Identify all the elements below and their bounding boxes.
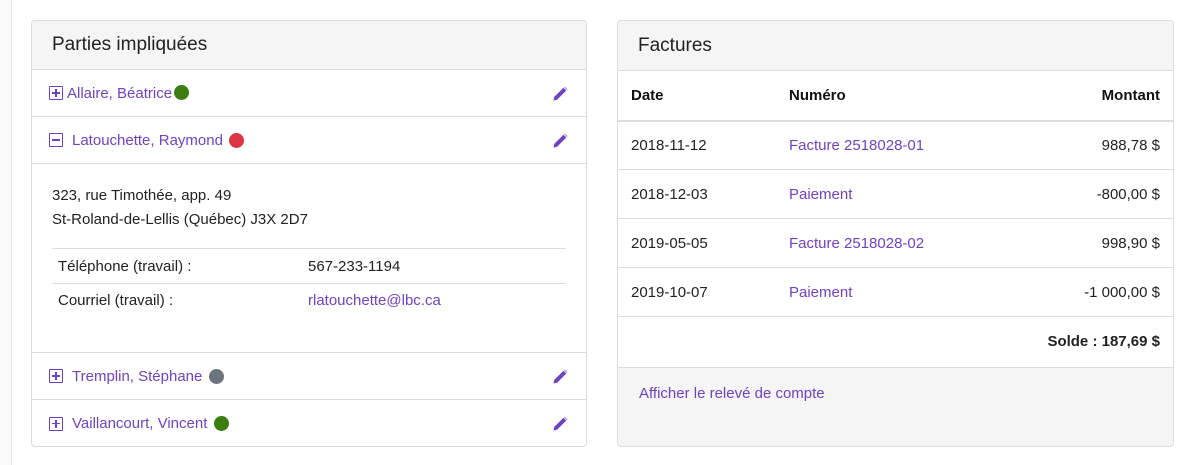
expand-plus-icon[interactable] (49, 369, 63, 383)
column-header-numero: Numéro (789, 70, 1029, 122)
party-name[interactable]: Vaillancourt, Vincent (72, 415, 207, 432)
invoice-amount: -1 000,00 $ (1029, 267, 1173, 317)
factures-card: Factures Date Numéro Montant 2018-11-12 … (617, 20, 1174, 447)
party-name[interactable]: Allaire, Béatrice (67, 85, 172, 102)
party-name[interactable]: Latouchette, Raymond (72, 132, 223, 149)
address-line-1: 323, rue Timothée, app. 49 (52, 187, 232, 204)
invoice-date: 2019-05-05 (618, 218, 789, 268)
factures-card-title: Factures (618, 21, 1173, 70)
invoice-number-link[interactable]: Facture 2518028-02 (789, 235, 924, 252)
invoice-date: 2018-11-12 (618, 120, 789, 170)
email-label: Courriel (travail) : (52, 283, 308, 318)
table-row: 2019-05-05 Facture 2518028-02 998,90 $ (618, 218, 1173, 268)
email-link[interactable]: rlatouchette@lbc.ca (308, 292, 441, 309)
parties-card-title: Parties impliquées (32, 21, 586, 70)
edit-pencil-icon[interactable] (551, 85, 569, 103)
balance-total: Solde : 187,69 $ (1047, 333, 1160, 351)
column-header-montant: Montant (1029, 70, 1173, 122)
invoice-amount: -800,00 $ (1029, 169, 1173, 219)
left-sidebar-edge (0, 0, 12, 465)
invoice-date: 2019-10-07 (618, 267, 789, 317)
table-header-row: Date Numéro Montant (618, 70, 1173, 122)
party-row-allaire[interactable]: Allaire, Béatrice (32, 70, 586, 117)
contact-table: Téléphone (travail) : 567-233-1194 Courr… (52, 248, 566, 318)
party-row-vaillancourt[interactable]: Vaillancourt, Vincent (32, 400, 586, 446)
balance-row: Solde : 187,69 $ (618, 317, 1173, 367)
edit-pencil-icon[interactable] (551, 368, 569, 386)
invoice-number-link[interactable]: Paiement (789, 284, 852, 301)
contact-row-email: Courriel (travail) : rlatouchette@lbc.ca (52, 283, 566, 318)
party-name[interactable]: Tremplin, Stéphane (72, 368, 202, 385)
status-dot-icon (209, 368, 225, 384)
column-header-date: Date (618, 70, 789, 122)
party-row-tremplin[interactable]: Tremplin, Stéphane (32, 353, 586, 400)
status-dot-icon (228, 132, 244, 148)
table-row: 2018-11-12 Facture 2518028-01 988,78 $ (618, 120, 1173, 170)
invoice-table-wrap: Date Numéro Montant 2018-11-12 Facture 2… (618, 70, 1173, 368)
edit-pencil-icon[interactable] (551, 132, 569, 150)
invoice-amount: 998,90 $ (1029, 218, 1173, 268)
factures-card-footer: Afficher le relevé de compte (618, 368, 1173, 433)
table-row: 2018-12-03 Paiement -800,00 $ (618, 169, 1173, 219)
status-dot-icon (214, 416, 230, 431)
invoice-number-link[interactable]: Facture 2518028-01 (789, 137, 924, 154)
phone-value: 567-233-1194 (308, 248, 566, 284)
phone-label: Téléphone (travail) : (52, 248, 308, 284)
statement-link[interactable]: Afficher le relevé de compte (639, 385, 825, 402)
expand-plus-icon[interactable] (49, 416, 63, 431)
collapse-minus-icon[interactable] (49, 133, 63, 147)
contact-row-phone: Téléphone (travail) : 567-233-1194 (52, 248, 566, 284)
expand-plus-icon[interactable] (49, 86, 63, 100)
invoice-date: 2018-12-03 (618, 169, 789, 219)
status-dot-icon (174, 84, 190, 100)
table-row: 2019-10-07 Paiement -1 000,00 $ (618, 267, 1173, 317)
edit-pencil-icon[interactable] (551, 415, 569, 433)
parties-card: Parties impliquées Allaire, Béatrice Lat… (31, 20, 587, 447)
address-line-2: St-Roland-de-Lellis (Québec) J3X 2D7 (52, 211, 308, 228)
party-row-latouchette[interactable]: Latouchette, Raymond (32, 117, 586, 164)
invoice-number-link[interactable]: Paiement (789, 186, 852, 203)
invoice-amount: 988,78 $ (1029, 120, 1173, 170)
invoice-table: Date Numéro Montant 2018-11-12 Facture 2… (618, 70, 1173, 367)
party-details: 323, rue Timothée, app. 49 St-Roland-de-… (32, 164, 586, 353)
